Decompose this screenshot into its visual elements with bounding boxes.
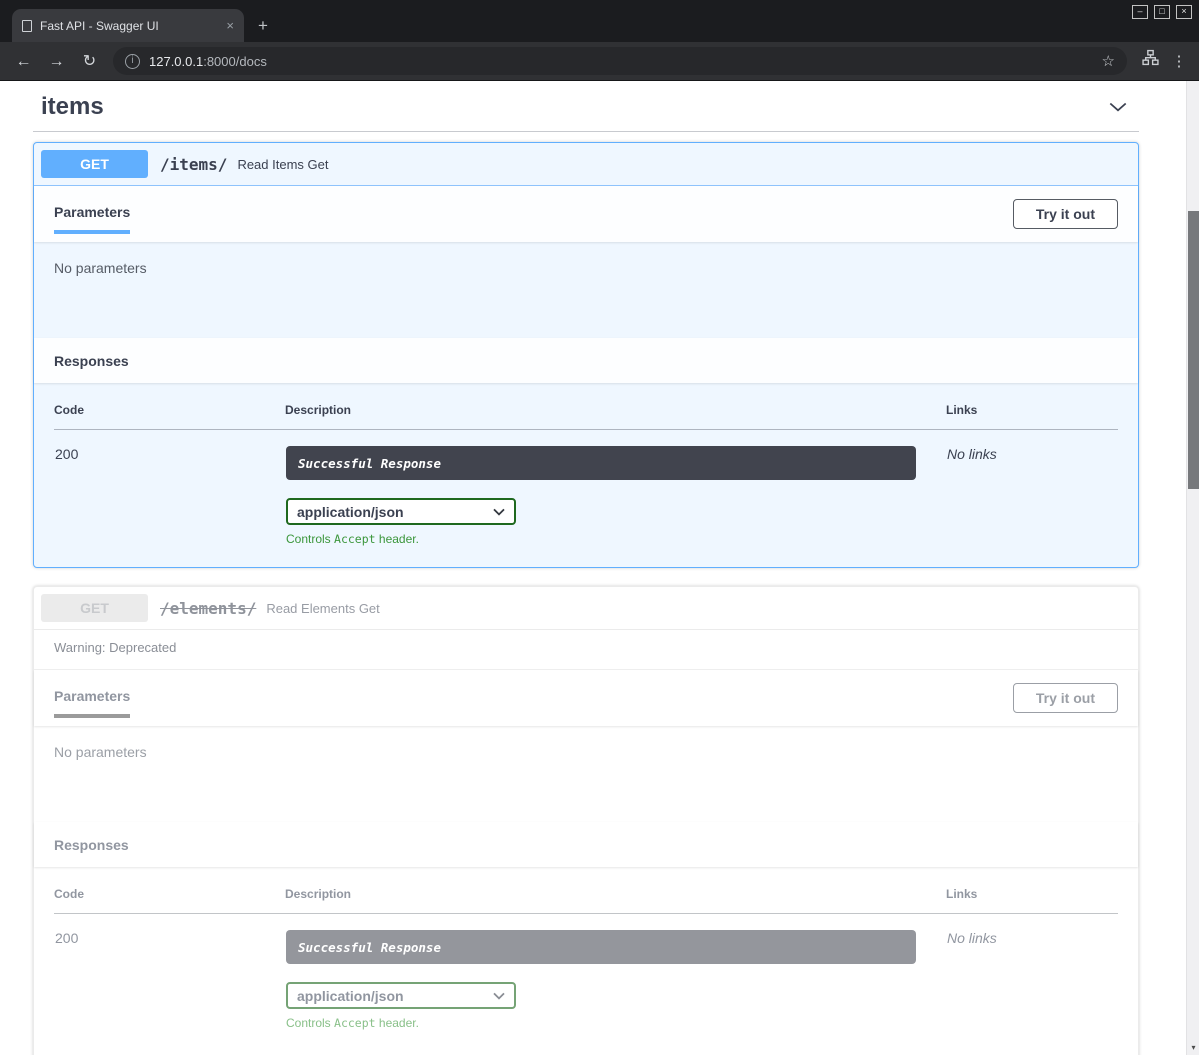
opblock-summary[interactable]: GET /elements/ Read Elements Get	[34, 587, 1138, 630]
window-close-button[interactable]: ×	[1176, 5, 1192, 19]
accept-header-note: Controls Accept header.	[286, 1016, 945, 1030]
window-controls: – □ ×	[1132, 5, 1192, 19]
close-icon: ×	[1181, 6, 1186, 16]
media-type-select[interactable]: application/json	[286, 982, 516, 1009]
col-header-code: Code	[54, 887, 285, 914]
responses-header: Responses	[34, 338, 1138, 383]
swagger-ui: items GET /items/ Read Items Get Paramet…	[0, 81, 1199, 1055]
chevron-down-icon[interactable]	[1107, 96, 1129, 118]
response-code: 200	[54, 430, 285, 548]
page-content: items GET /items/ Read Items Get Paramet…	[0, 81, 1199, 1055]
endpoint-path: /elements/	[160, 599, 256, 618]
col-header-description: Description	[285, 403, 946, 430]
select-chevron-icon	[493, 992, 505, 1000]
back-button[interactable]: ←	[8, 46, 39, 77]
minimize-icon: –	[1137, 6, 1142, 16]
response-description-box: Successful Response	[286, 446, 916, 480]
try-it-out-button[interactable]: Try it out	[1013, 683, 1118, 713]
responses-title: Responses	[54, 837, 129, 853]
media-type-value: application/json	[297, 988, 404, 1004]
accept-header-note: Controls Accept header.	[286, 532, 945, 546]
http-method-badge: GET	[41, 150, 148, 178]
deprecated-warning: Warning: Deprecated	[34, 630, 1138, 670]
col-header-code: Code	[54, 403, 285, 430]
endpoint-summary: Read Items Get	[237, 157, 328, 172]
select-chevron-icon	[493, 508, 505, 516]
tab-title: Fast API - Swagger UI	[40, 19, 218, 33]
parameters-body: No parameters	[34, 726, 1138, 822]
tab-groups-button[interactable]	[1135, 46, 1165, 77]
tab-parameters[interactable]: Parameters	[54, 678, 130, 718]
scroll-down-arrow-icon: ▾	[1191, 1043, 1195, 1052]
browser-tab[interactable]: Fast API - Swagger UI ×	[12, 9, 244, 42]
address-bar[interactable]: i 127.0.0.1:8000/docs ☆	[113, 47, 1127, 75]
endpoint-summary: Read Elements Get	[266, 601, 379, 616]
tab-parameters[interactable]: Parameters	[54, 194, 130, 234]
scrollbar-thumb[interactable]	[1188, 211, 1199, 489]
bookmark-star-icon[interactable]: ☆	[1102, 52, 1115, 70]
scrollbar[interactable]: ▾	[1186, 81, 1199, 1055]
new-tab-button[interactable]: +	[258, 17, 268, 34]
tag-section-header[interactable]: items	[33, 89, 1139, 132]
forward-icon: →	[49, 53, 65, 70]
opblock-summary[interactable]: GET /items/ Read Items Get	[34, 143, 1138, 186]
reload-button[interactable]: ↻	[74, 46, 105, 77]
forward-button[interactable]: →	[41, 46, 72, 77]
back-icon: ←	[16, 53, 32, 70]
scrollbar-down-button[interactable]: ▾	[1187, 1041, 1199, 1055]
parameters-header: Parameters Try it out	[34, 186, 1138, 242]
response-code: 200	[54, 914, 285, 1032]
col-header-description: Description	[285, 887, 946, 914]
site-info-icon[interactable]: i	[125, 54, 140, 69]
col-header-links: Links	[946, 403, 1118, 430]
media-type-value: application/json	[297, 504, 404, 520]
col-header-links: Links	[946, 887, 1118, 914]
opblock-get-items: GET /items/ Read Items Get Parameters Tr…	[33, 142, 1139, 568]
response-links: No links	[946, 914, 1118, 1032]
no-parameters-text: No parameters	[54, 744, 1118, 760]
url-text: 127.0.0.1:8000/docs	[149, 54, 267, 69]
responses-title: Responses	[54, 353, 129, 369]
try-it-out-button[interactable]: Try it out	[1013, 199, 1118, 229]
window-minimize-button[interactable]: –	[1132, 5, 1148, 19]
table-row: 200 Successful Response application/json…	[54, 914, 1118, 1032]
kebab-menu-icon: ⋮	[1172, 53, 1187, 70]
tab-close-icon[interactable]: ×	[226, 19, 234, 32]
flowchart-icon	[1142, 49, 1159, 66]
page-doc-icon	[22, 20, 32, 32]
window-titlebar: – □ × Fast API - Swagger UI × +	[0, 0, 1199, 42]
tag-title: items	[41, 93, 104, 121]
url-host: 127.0.0.1	[149, 54, 203, 69]
reload-icon: ↻	[83, 53, 96, 70]
opblock-get-elements-deprecated: GET /elements/ Read Elements Get Warning…	[33, 586, 1139, 1055]
window-maximize-button[interactable]: □	[1154, 5, 1170, 19]
response-description-box: Successful Response	[286, 930, 916, 964]
endpoint-path: /items/	[160, 155, 227, 174]
responses-body: Code Description Links 200 Successful Re…	[34, 867, 1138, 1055]
response-links: No links	[946, 430, 1118, 548]
response-description-text: Successful Response	[298, 940, 441, 955]
responses-body: Code Description Links 200 Successful Re…	[34, 383, 1138, 567]
browser-toolbar: ← → ↻ i 127.0.0.1:8000/docs ☆ ⋮	[0, 42, 1199, 81]
response-description-text: Successful Response	[298, 456, 441, 471]
parameters-header: Parameters Try it out	[34, 670, 1138, 726]
browser-menu-button[interactable]: ⋮	[1167, 52, 1191, 70]
tab-strip: Fast API - Swagger UI × +	[12, 9, 268, 42]
parameters-body: No parameters	[34, 242, 1138, 338]
url-path: :8000/docs	[203, 54, 267, 69]
table-row: 200 Successful Response application/json…	[54, 430, 1118, 548]
no-parameters-text: No parameters	[54, 260, 1118, 276]
http-method-badge: GET	[41, 594, 148, 622]
maximize-icon: □	[1159, 6, 1164, 16]
responses-table: Code Description Links 200 Successful Re…	[54, 887, 1118, 1031]
responses-table: Code Description Links 200 Successful Re…	[54, 403, 1118, 547]
responses-header: Responses	[34, 822, 1138, 867]
media-type-select[interactable]: application/json	[286, 498, 516, 525]
